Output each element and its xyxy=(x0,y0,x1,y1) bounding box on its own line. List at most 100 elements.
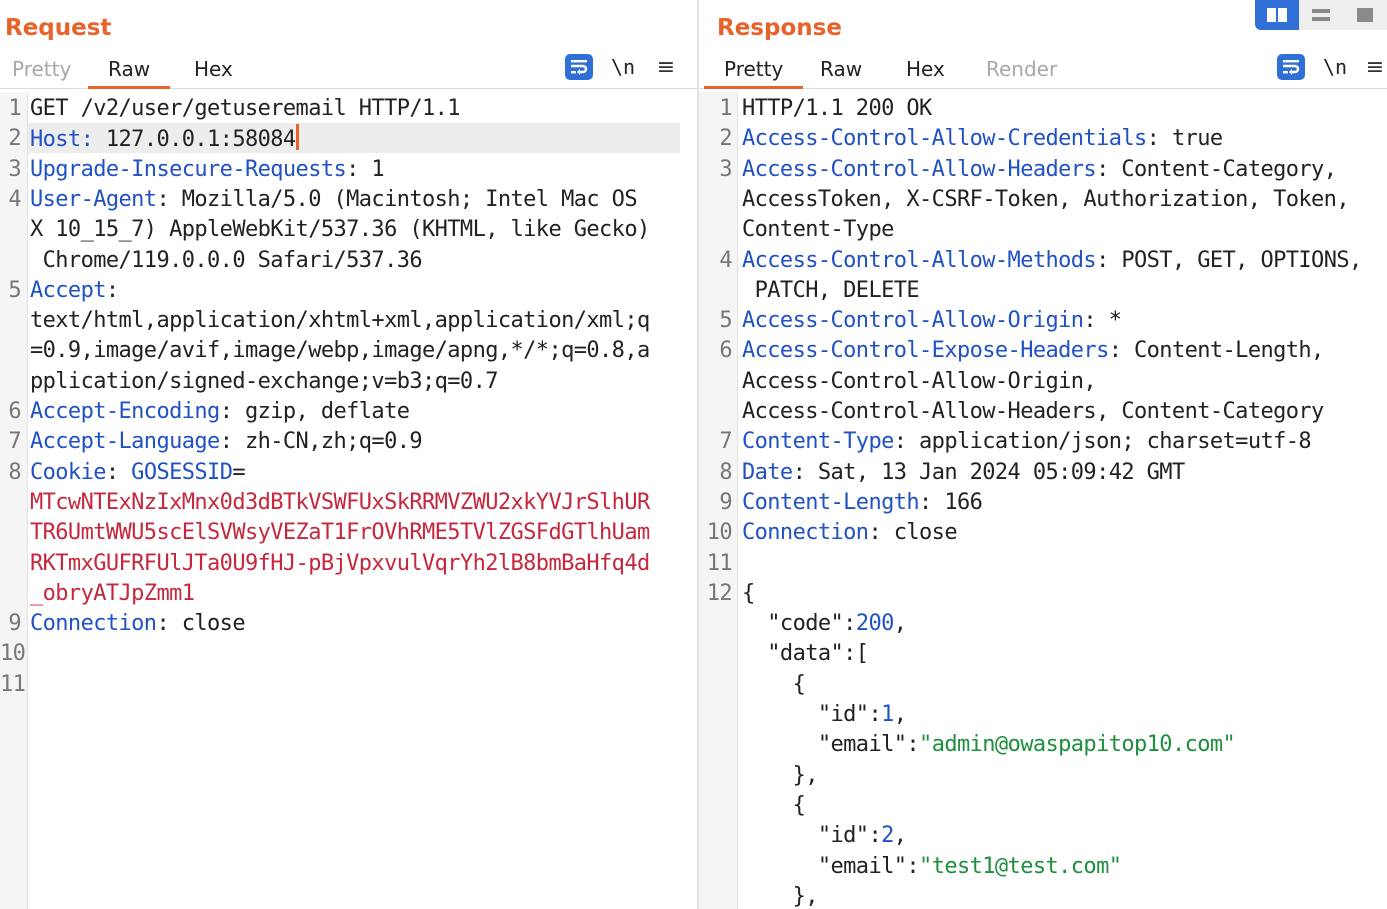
code-text: "code": xyxy=(742,611,856,637)
header-key: Access-Control-Allow-Origin xyxy=(742,308,1084,334)
line-number: 10 xyxy=(0,641,26,667)
code-text: , xyxy=(893,823,907,849)
code-text: "email": xyxy=(742,853,920,879)
request-editor[interactable]: 1 GET /v2/user/getuseremail HTTP/1.1 2 Host… xyxy=(0,92,697,909)
split-columns-icon[interactable] xyxy=(1255,0,1299,30)
code-line: }, xyxy=(742,761,819,791)
code-text: : xyxy=(105,459,132,485)
line-number: 4 xyxy=(8,186,21,212)
code-text: }, xyxy=(742,762,819,788)
code-text: "data":[ xyxy=(742,641,869,667)
code-text: , xyxy=(893,611,907,637)
line-number: 1 xyxy=(719,96,732,121)
code-line: Accept: xyxy=(30,276,119,306)
header-key: Connection xyxy=(30,611,157,637)
code-text: : close xyxy=(156,611,245,637)
newline-toggle-button[interactable]: \n xyxy=(608,54,638,80)
code-text: , xyxy=(893,702,907,727)
code-text: { xyxy=(742,671,806,697)
code-line: }, xyxy=(742,882,819,909)
json-number: 200 xyxy=(855,611,895,637)
code-text: { xyxy=(742,580,755,606)
code-text: : true xyxy=(1146,126,1223,152)
code-line: Content-Length: 166 xyxy=(742,488,983,518)
code-line: { xyxy=(742,670,806,700)
code-text: "id": xyxy=(742,702,882,727)
cookie-value: RKTmxGUFRFUlJTa0U9fHJ-pBjVpxvulVqrYh2lB8… xyxy=(30,550,650,576)
code-text: pplication/signed-exchange;v=b3;q=0.7 xyxy=(30,368,498,394)
code-line: "email":"admin@owaspapitop10.com" xyxy=(742,730,1236,760)
code-text: HTTP/1.1 200 OK xyxy=(742,96,932,121)
cookie-value: _obryATJpZmm1 xyxy=(30,580,195,606)
line-number: 10 xyxy=(706,520,733,546)
code-line: "email":"test1@test.com" xyxy=(742,852,1122,882)
line-number: 2 xyxy=(8,126,21,152)
header-key: User-Agent xyxy=(30,186,157,212)
code-text: Content-Type xyxy=(742,217,894,243)
code-line: Access-Control-Allow-Headers, Content-Ca… xyxy=(742,397,1324,427)
code-text: : xyxy=(105,277,119,303)
code-text: "id": xyxy=(742,823,882,849)
code-text: X 10_15_7) AppleWebKit/537.36 (KHTML, li… xyxy=(30,217,650,243)
newline-toggle-button[interactable]: \n xyxy=(1320,54,1350,80)
header-key: Content-Type xyxy=(742,429,894,455)
code-line: "code":200, xyxy=(742,609,907,639)
code-text: : Mozilla/5.0 (Macintosh; Intel Mac OS xyxy=(156,186,637,212)
code-line: Cookie: GOSESSID= xyxy=(30,458,246,488)
hamburger-menu-icon[interactable]: ≡ xyxy=(654,54,678,80)
json-string: "test1@test.com" xyxy=(919,853,1122,879)
line-number: 7 xyxy=(8,429,21,455)
rows-layout-icon[interactable] xyxy=(1299,0,1343,30)
code-line: Access-Control-Expose-Headers: Content-L… xyxy=(742,336,1324,366)
code-text: text/html,application/xhtml+xml,applicat… xyxy=(30,308,650,334)
header-key: Accept-Language xyxy=(30,429,220,455)
code-text: }, xyxy=(742,883,819,909)
code-line: "id":2, xyxy=(742,821,907,851)
tab-raw[interactable]: Raw xyxy=(87,57,171,89)
tab-pretty[interactable]: Pretty xyxy=(12,57,71,87)
header-key: Access-Control-Allow-Headers xyxy=(742,156,1097,182)
code-line: Access-Control-Allow-Credentials: true xyxy=(742,124,1223,154)
json-string: "admin@owaspapitop10.com" xyxy=(919,732,1236,758)
code-text: PATCH, DELETE xyxy=(742,277,920,303)
tab-hex[interactable]: Hex xyxy=(906,57,945,87)
header-key: Access-Control-Allow-Methods xyxy=(742,247,1097,273)
code-line: Date: Sat, 13 Jan 2024 05:09:42 GMT xyxy=(742,458,1185,488)
code-text: : zh-CN,zh;q=0.9 xyxy=(219,429,423,455)
tab-render[interactable]: Render xyxy=(986,57,1057,87)
header-key: Date xyxy=(742,459,793,485)
cookie-value: MTcwNTExNzIxMnx0d3dBTkVSWFUxSkRRMVZWU2xk… xyxy=(30,489,650,515)
code-text: Access-Control-Allow-Origin, xyxy=(742,368,1097,394)
request-title: Request xyxy=(5,15,112,41)
code-line: MTcwNTExNzIxMnx0d3dBTkVSWFUxSkRRMVZWU2xk… xyxy=(30,488,650,518)
header-key: Connection xyxy=(742,520,869,546)
code-text: 127.0.0.1:58084 xyxy=(93,127,296,153)
code-line: Access-Control-Allow-Methods: POST, GET,… xyxy=(742,246,1362,276)
tab-raw[interactable]: Raw xyxy=(820,57,862,87)
header-key: Accept xyxy=(30,277,106,303)
pretty-wrap-icon[interactable] xyxy=(1277,54,1305,80)
code-line: AccessToken, X-CSRF-Token, Authorization… xyxy=(742,185,1350,215)
code-text: "email": xyxy=(742,732,920,758)
tab-hex[interactable]: Hex xyxy=(194,57,233,87)
single-pane-icon[interactable] xyxy=(1343,0,1387,30)
code-line: PATCH, DELETE xyxy=(742,276,920,306)
pretty-wrap-icon[interactable] xyxy=(565,54,593,80)
code-line: "data":[ xyxy=(742,639,869,669)
code-text: : gzip, deflate xyxy=(219,399,410,424)
line-number: 5 xyxy=(719,308,732,334)
hamburger-menu-icon[interactable]: ≡ xyxy=(1363,54,1387,80)
response-editor[interactable]: 1 HTTP/1.1 200 OK 2 Access-Control-Allow-Cr… xyxy=(699,92,1387,909)
tab-pretty[interactable]: Pretty xyxy=(703,57,804,89)
code-line: X 10_15_7) AppleWebKit/537.36 (KHTML, li… xyxy=(30,215,650,245)
code-line: Access-Control-Allow-Origin: * xyxy=(742,306,1122,336)
header-key: Cookie xyxy=(30,459,106,485)
code-text: : Sat, 13 Jan 2024 05:09:42 GMT xyxy=(792,459,1186,485)
code-line: RKTmxGUFRFUlJTa0U9fHJ-pBjVpxvulVqrYh2lB8… xyxy=(30,549,650,579)
line-number: 1 xyxy=(8,96,21,121)
code-line: Access-Control-Allow-Origin, xyxy=(742,367,1097,397)
code-line: Access-Control-Allow-Headers: Content-Ca… xyxy=(742,155,1337,185)
code-line: Connection: close xyxy=(742,518,958,548)
code-line: TR6UmtWWU5scElSVWsyVEZaT1FrOVhRME5TVlZGS… xyxy=(30,518,650,548)
code-line: { xyxy=(742,791,806,821)
